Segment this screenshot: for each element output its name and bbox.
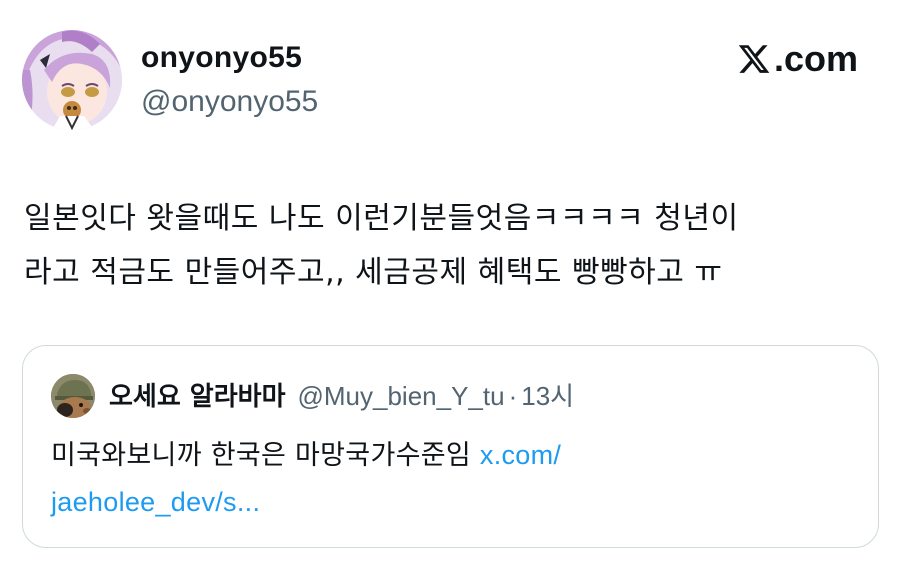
brand-domain-text: .com	[773, 38, 858, 79]
x-logo-icon	[738, 45, 770, 73]
tweet-body: 일본잇다 왓을때도 나도 이런기분들엇음ㅋㅋㅋㅋ 청년이 라고 적금도 만들어주…	[24, 192, 884, 300]
tweet-body-line: 일본잇다 왓을때도 나도 이런기분들엇음ㅋㅋㅋㅋ 청년이	[24, 201, 739, 236]
quoted-tweet-header: 오세요 알라바마 @Muy_bien_Y_tu · 13시	[109, 376, 574, 417]
quoted-tweet-link[interactable]: x.com/	[480, 440, 561, 470]
header-separator: ·	[508, 381, 518, 411]
author-handle[interactable]: @onyonyo55	[141, 82, 318, 122]
quoted-author-name[interactable]: 오세요 알라바마	[109, 377, 286, 417]
quoted-author-avatar[interactable]	[51, 374, 95, 418]
quoted-tweet-text: 미국와보니까 한국은 마망국가수준임 x.com/ jaeholee_dev/s…	[51, 432, 851, 526]
quoted-author-handle[interactable]: @Muy_bien_Y_tu	[298, 376, 505, 416]
author-display-name[interactable]: onyonyo55	[141, 38, 302, 78]
tweet-body-line: 라고 적금도 만들어주고,, 세금공제 혜택도 빵빵하고 ㅠ	[24, 255, 723, 290]
quoted-tweet[interactable]: 오세요 알라바마 @Muy_bien_Y_tu · 13시 미국와보니까 한국은…	[22, 345, 879, 548]
quoted-tweet-time[interactable]: 13시	[521, 376, 574, 416]
tweet-card: onyonyo55 @onyonyo55 .com 일본잇다 왓을때도 나도 이…	[0, 0, 900, 569]
quoted-tweet-link-continued[interactable]: jaeholee_dev/s...	[51, 487, 260, 517]
quoted-tweet-body: 미국와보니까 한국은 마망국가수준임	[51, 440, 480, 471]
anime-avatar-image	[22, 30, 122, 130]
x-com-brand: .com	[736, 36, 858, 82]
capybara-avatar-image	[51, 374, 95, 418]
author-avatar[interactable]	[22, 30, 122, 130]
